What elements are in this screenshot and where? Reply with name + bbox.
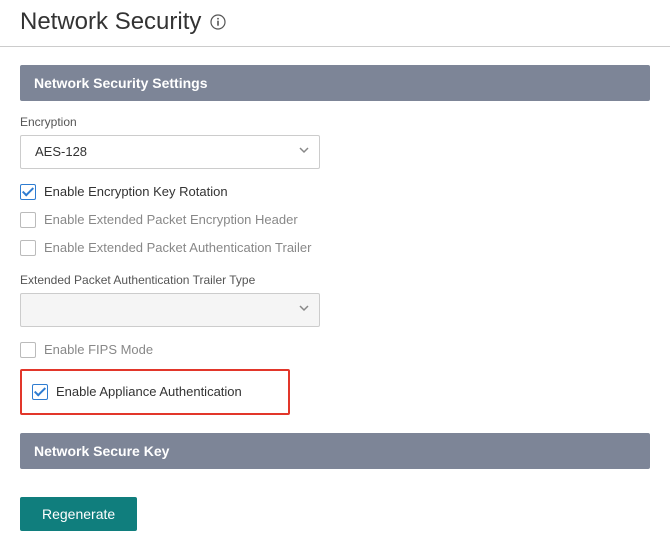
checkbox-fips[interactable] (20, 342, 36, 358)
checkbox-row-appliance-auth[interactable]: Enable Appliance Authentication (32, 383, 278, 401)
chevron-down-icon (298, 143, 310, 161)
checkbox-label-ext-trailer: Enable Extended Packet Authentication Tr… (44, 239, 311, 257)
checkbox-ext-trailer[interactable] (20, 240, 36, 256)
checkbox-row-fips[interactable]: Enable FIPS Mode (20, 341, 650, 359)
encryption-select[interactable]: AES-128 (20, 135, 320, 169)
trailer-type-label: Extended Packet Authentication Trailer T… (20, 273, 650, 287)
checkbox-rotation[interactable] (20, 184, 36, 200)
regenerate-button[interactable]: Regenerate (20, 497, 137, 531)
section-header-secure-key: Network Secure Key (20, 433, 650, 469)
encryption-select-value: AES-128 (35, 144, 87, 159)
checkbox-label-ext-header: Enable Extended Packet Encryption Header (44, 211, 298, 229)
info-icon[interactable] (209, 13, 227, 31)
checkbox-label-rotation: Enable Encryption Key Rotation (44, 183, 228, 201)
page-title: Network Security (0, 0, 670, 47)
trailer-type-select[interactable] (20, 293, 320, 327)
checkbox-row-ext-trailer[interactable]: Enable Extended Packet Authentication Tr… (20, 239, 650, 257)
checkbox-label-fips: Enable FIPS Mode (44, 341, 153, 359)
checkbox-appliance-auth[interactable] (32, 384, 48, 400)
page-title-text: Network Security (20, 8, 201, 36)
highlight-appliance-auth: Enable Appliance Authentication (20, 369, 290, 415)
section-header-settings: Network Security Settings (20, 65, 650, 101)
checkbox-label-appliance-auth: Enable Appliance Authentication (56, 383, 242, 401)
checkbox-row-rotation[interactable]: Enable Encryption Key Rotation (20, 183, 650, 201)
checkbox-ext-header[interactable] (20, 212, 36, 228)
checkbox-row-ext-header[interactable]: Enable Extended Packet Encryption Header (20, 211, 650, 229)
chevron-down-icon (298, 301, 310, 319)
encryption-label: Encryption (20, 115, 650, 129)
